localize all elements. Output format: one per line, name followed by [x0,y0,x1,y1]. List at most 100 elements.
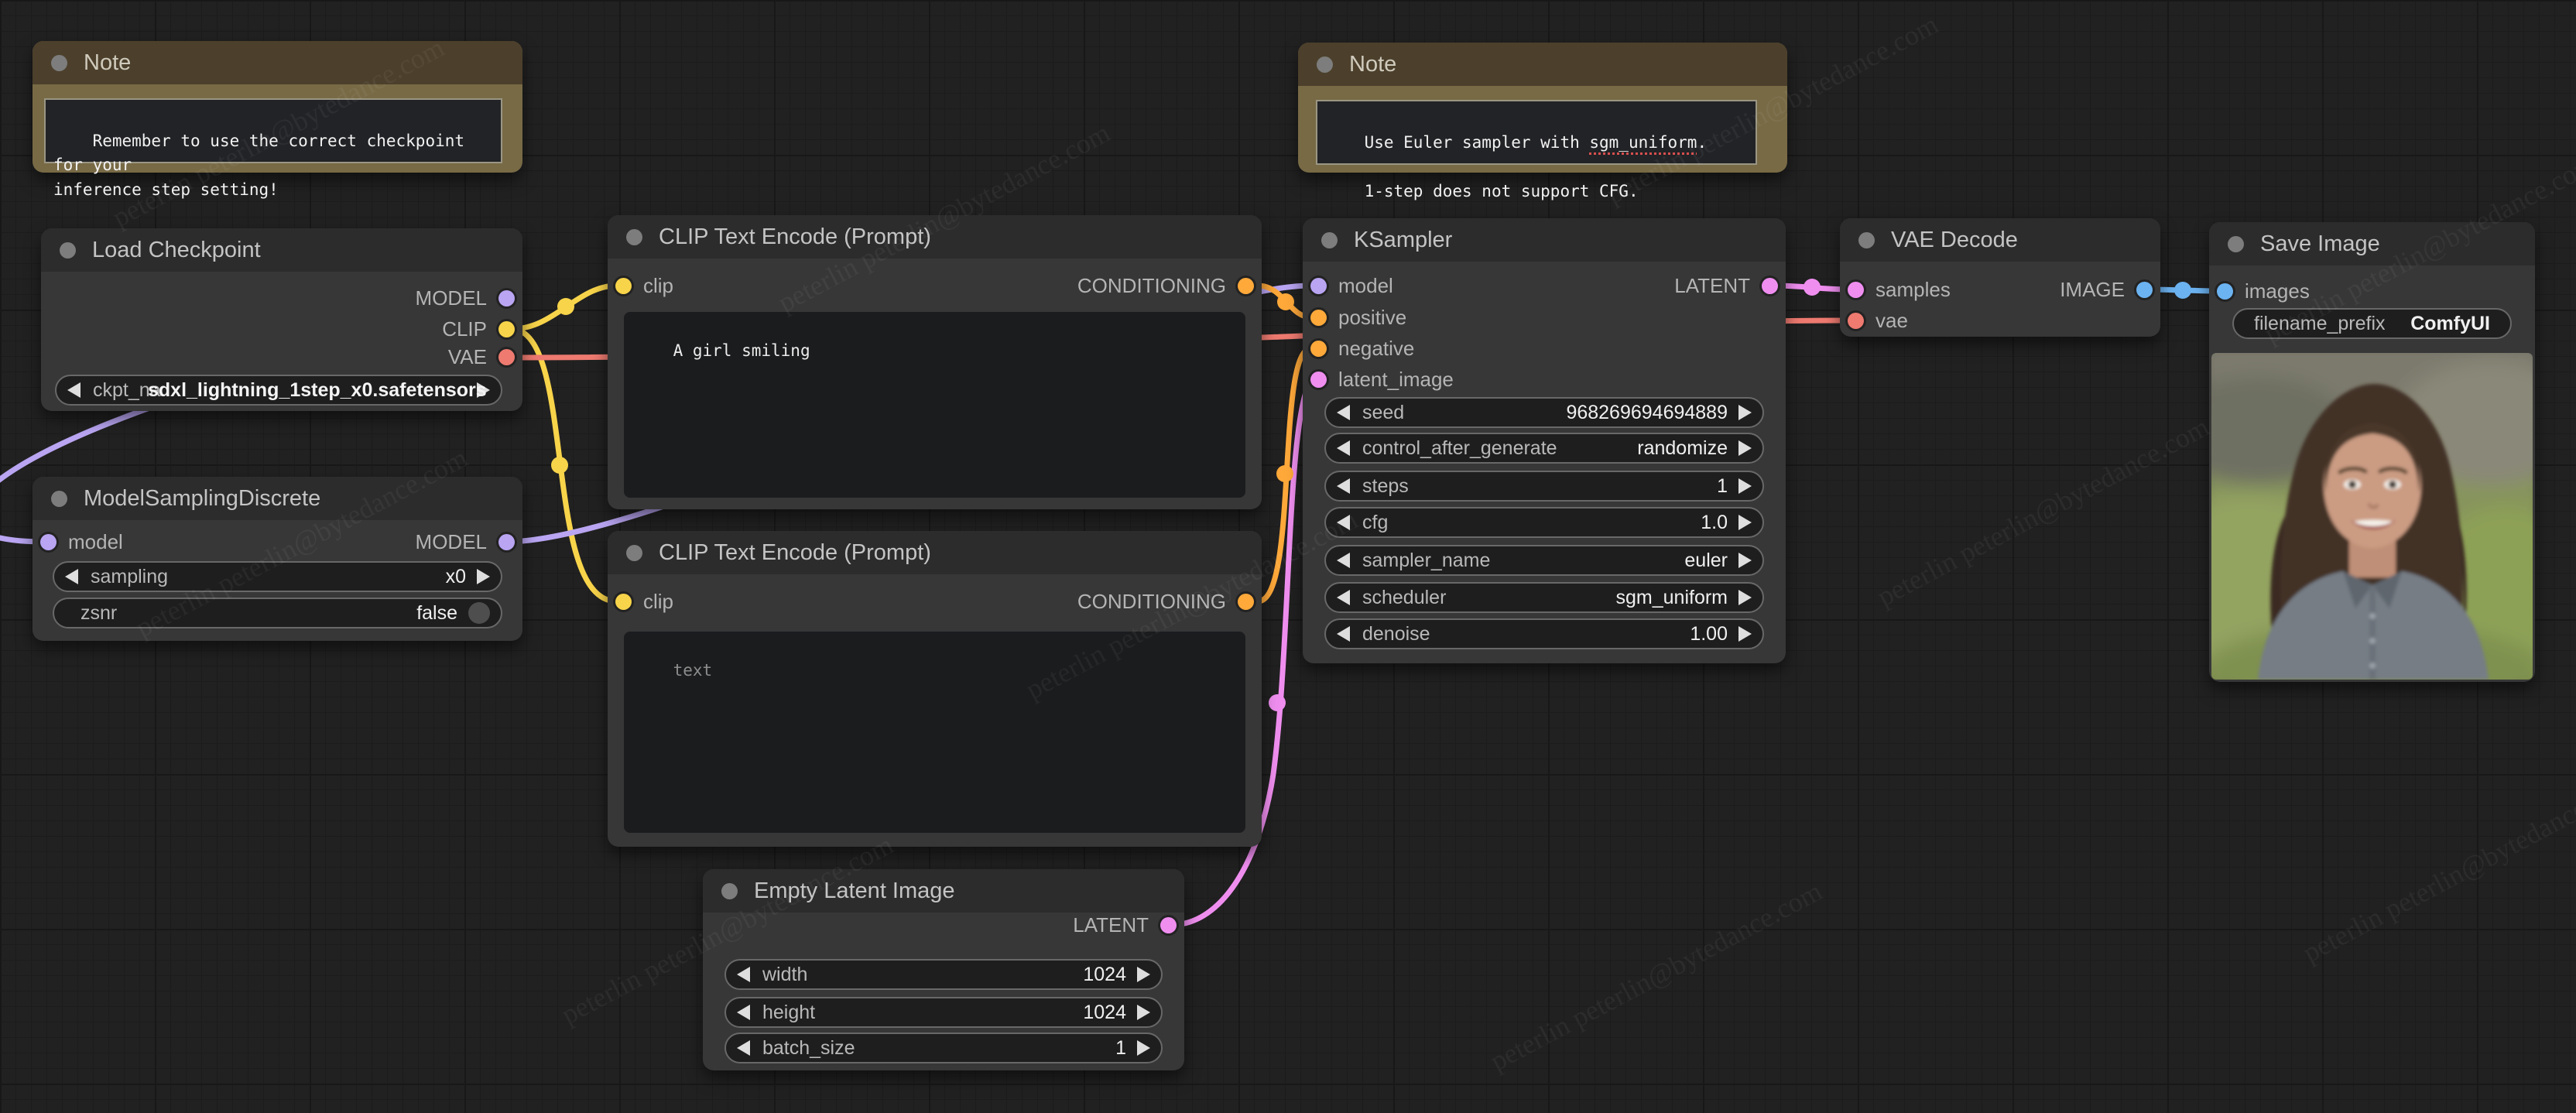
node-note-checkpoint[interactable]: Note Remember to use the correct checkpo… [33,41,522,199]
output-dot-model[interactable] [498,533,515,550]
toggle-knob[interactable] [468,602,490,624]
node-title-bar[interactable]: CLIP Text Encode (Prompt) [608,531,1262,574]
node-title-bar[interactable]: VAE Decode [1840,218,2160,262]
node-clip-text-encode-negative[interactable]: CLIP Text Encode (Prompt) clip CONDITION… [608,531,1262,847]
widget-ckpt-name[interactable]: ckpt_na sdxl_lightning_1step_x0.safetens… [55,375,502,406]
prompt-textarea[interactable]: text [624,632,1245,833]
next-value-arrow-icon[interactable] [1738,440,1752,456]
node-title-bar[interactable]: Note [33,41,522,84]
increment-arrow-icon[interactable] [1738,515,1752,530]
widget-cfg[interactable]: cfg 1.0 [1324,507,1764,538]
widget-scheduler[interactable]: scheduler sgm_uniform [1324,582,1764,613]
link-midpoint-dot[interactable] [551,457,568,474]
output-dot-latent[interactable] [1160,916,1177,933]
link-midpoint-dot[interactable] [2174,282,2191,299]
collapse-toggle[interactable] [626,545,642,561]
decrement-arrow-icon[interactable] [737,1040,750,1056]
node-empty-latent-image[interactable]: Empty Latent Image LATENT width 1024 hei… [703,869,1184,1070]
node-load-checkpoint[interactable]: Load Checkpoint MODEL CLIP VAE ckpt_na s… [41,228,522,411]
widget-sampling[interactable]: sampling x0 [53,561,502,592]
collapse-toggle[interactable] [1321,232,1338,248]
increment-arrow-icon[interactable] [1137,1005,1150,1020]
decrement-arrow-icon[interactable] [1337,405,1350,420]
widget-batch-size[interactable]: batch_size 1 [724,1033,1163,1063]
widget-filename-prefix[interactable]: filename_prefix ComfyUI [2232,308,2512,339]
collapse-toggle[interactable] [51,491,67,507]
output-dot-clip[interactable] [498,320,515,337]
widget-control-after-generate[interactable]: control_after_generate randomize [1324,433,1764,464]
output-dot-conditioning[interactable] [1238,277,1254,294]
collapse-toggle[interactable] [1317,57,1333,73]
increment-arrow-icon[interactable] [1137,1040,1150,1056]
increment-arrow-icon[interactable] [1738,405,1752,420]
decrement-arrow-icon[interactable] [1337,626,1350,642]
output-slot-latent: LATENT [703,909,1184,940]
collapse-toggle[interactable] [1858,232,1875,248]
link-midpoint-dot[interactable] [557,298,574,315]
node-title-bar[interactable]: CLIP Text Encode (Prompt) [608,215,1262,259]
slot-label: CONDITIONING [1077,589,1226,613]
prev-value-arrow-icon[interactable] [1337,590,1350,605]
prev-value-arrow-icon[interactable] [67,382,80,398]
node-title-bar[interactable]: Note [1298,43,1787,86]
increment-arrow-icon[interactable] [1137,967,1150,982]
note-textarea[interactable]: Remember to use the correct checkpoint f… [44,98,502,199]
slot-label: MODEL [415,286,487,310]
node-title-bar[interactable]: ModelSamplingDiscrete [33,477,522,520]
graph-canvas[interactable]: Note Remember to use the correct checkpo… [0,0,2576,1113]
output-slot-conditioning: CONDITIONING [608,270,1262,301]
node-ksampler[interactable]: KSampler model positive negative latent_… [1303,218,1786,663]
note-textarea[interactable]: Use Euler sampler with sgm_uniform. 1-st… [1316,100,1757,200]
input-dot-vae[interactable] [1848,312,1864,329]
prev-value-arrow-icon[interactable] [65,569,78,584]
link-midpoint-dot[interactable] [1277,293,1294,310]
next-value-arrow-icon[interactable] [1738,590,1752,605]
collapse-toggle[interactable] [721,883,738,899]
node-title-bar[interactable]: Load Checkpoint [41,228,522,272]
next-value-arrow-icon[interactable] [1738,553,1752,568]
link-midpoint-dot[interactable] [1269,694,1286,711]
decrement-arrow-icon[interactable] [1337,478,1350,494]
collapse-toggle[interactable] [2228,236,2244,252]
input-dot-images[interactable] [2217,283,2233,300]
output-dot-latent[interactable] [1762,277,1778,294]
prompt-textarea[interactable]: A girl smiling [624,312,1245,498]
node-title-bar[interactable]: Save Image [2209,222,2535,265]
node-vae-decode[interactable]: VAE Decode samples vae IMAGE [1840,218,2160,337]
decrement-arrow-icon[interactable] [737,967,750,982]
node-model-sampling-discrete[interactable]: ModelSamplingDiscrete model MODEL sampli… [33,477,522,641]
decrement-arrow-icon[interactable] [1337,515,1350,530]
widget-height[interactable]: height 1024 [724,997,1163,1028]
increment-arrow-icon[interactable] [1738,626,1752,642]
input-dot-positive[interactable] [1310,309,1327,326]
input-slot-vae: vae [1840,305,2160,336]
collapse-toggle[interactable] [626,229,642,245]
widget-sampler-name[interactable]: sampler_name euler [1324,545,1764,576]
widget-steps[interactable]: steps 1 [1324,471,1764,502]
node-note-sampler[interactable]: Note Use Euler sampler with sgm_uniform.… [1298,43,1787,200]
collapse-toggle[interactable] [51,55,67,71]
prev-value-arrow-icon[interactable] [1337,440,1350,456]
output-dot-vae[interactable] [498,348,515,365]
decrement-arrow-icon[interactable] [737,1005,750,1020]
node-title-bar[interactable]: KSampler [1303,218,1786,262]
collapse-toggle[interactable] [60,242,76,259]
node-clip-text-encode-positive[interactable]: CLIP Text Encode (Prompt) clip CONDITION… [608,215,1262,509]
node-title-bar[interactable]: Empty Latent Image [703,869,1184,913]
prev-value-arrow-icon[interactable] [1337,553,1350,568]
output-dot-model[interactable] [498,289,515,307]
node-save-image[interactable]: Save Image images filename_prefix ComfyU… [2209,222,2535,682]
widget-zsnr-toggle[interactable]: zsnr false [53,598,502,628]
widget-denoise[interactable]: denoise 1.00 [1324,618,1764,649]
slot-label: MODEL [415,529,487,553]
output-dot-conditioning[interactable] [1238,593,1254,610]
widget-seed[interactable]: seed 968269694694889 [1324,397,1764,428]
input-dot-latent-image[interactable] [1310,371,1327,388]
output-dot-image[interactable] [2136,281,2153,298]
next-value-arrow-icon[interactable] [477,569,490,584]
input-dot-negative[interactable] [1310,340,1327,357]
increment-arrow-icon[interactable] [1738,478,1752,494]
link-midpoint-dot[interactable] [1804,279,1821,296]
widget-width[interactable]: width 1024 [724,959,1163,990]
link-midpoint-dot[interactable] [1276,465,1293,482]
